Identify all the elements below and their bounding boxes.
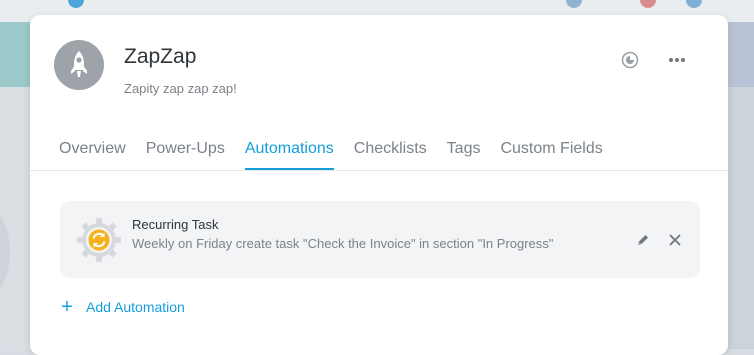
tab-tags[interactable]: Tags <box>447 139 481 170</box>
pencil-icon <box>638 235 648 245</box>
background-dot <box>566 0 582 8</box>
tab-checklists[interactable]: Checklists <box>354 139 427 170</box>
project-avatar[interactable] <box>54 40 104 90</box>
background-dot <box>68 0 84 8</box>
edit-automation-button[interactable] <box>635 232 651 248</box>
settings-tabs: Overview Power-Ups Automations Checklist… <box>59 139 623 170</box>
background-panel <box>0 22 32 87</box>
close-icon <box>669 234 681 246</box>
watch-button[interactable] <box>620 50 640 70</box>
tab-custom-fields[interactable]: Custom Fields <box>500 139 602 170</box>
plus-icon: + <box>61 296 73 318</box>
more-options-button[interactable] <box>667 50 687 70</box>
automation-card[interactable]: Recurring Task Weekly on Friday create t… <box>60 201 700 278</box>
project-title: ZapZap <box>124 45 197 68</box>
automation-title: Recurring Task <box>132 217 219 232</box>
watch-icon <box>621 51 639 69</box>
modal-header: ZapZap Zapity zap zap zap! Overview Powe… <box>30 15 728 171</box>
add-automation-label: Add Automation <box>86 299 185 315</box>
tab-overview[interactable]: Overview <box>59 139 126 170</box>
background-dot <box>640 0 656 8</box>
background-panel <box>0 87 32 349</box>
tab-power-ups[interactable]: Power-Ups <box>146 139 225 170</box>
background-panel <box>726 22 754 87</box>
more-options-icon <box>669 58 685 62</box>
tab-automations[interactable]: Automations <box>244 139 334 170</box>
project-settings-modal: ZapZap Zapity zap zap zap! Overview Powe… <box>30 15 728 355</box>
automation-description: Weekly on Friday create task "Check the … <box>132 236 554 251</box>
recurring-gear-icon <box>77 218 121 262</box>
background-panel <box>726 87 754 349</box>
rocket-icon <box>71 51 87 77</box>
delete-automation-button[interactable] <box>667 232 683 248</box>
add-automation-button[interactable]: + Add Automation <box>59 296 185 318</box>
background-dot <box>686 0 702 8</box>
project-subtitle: Zapity zap zap zap! <box>124 81 237 96</box>
